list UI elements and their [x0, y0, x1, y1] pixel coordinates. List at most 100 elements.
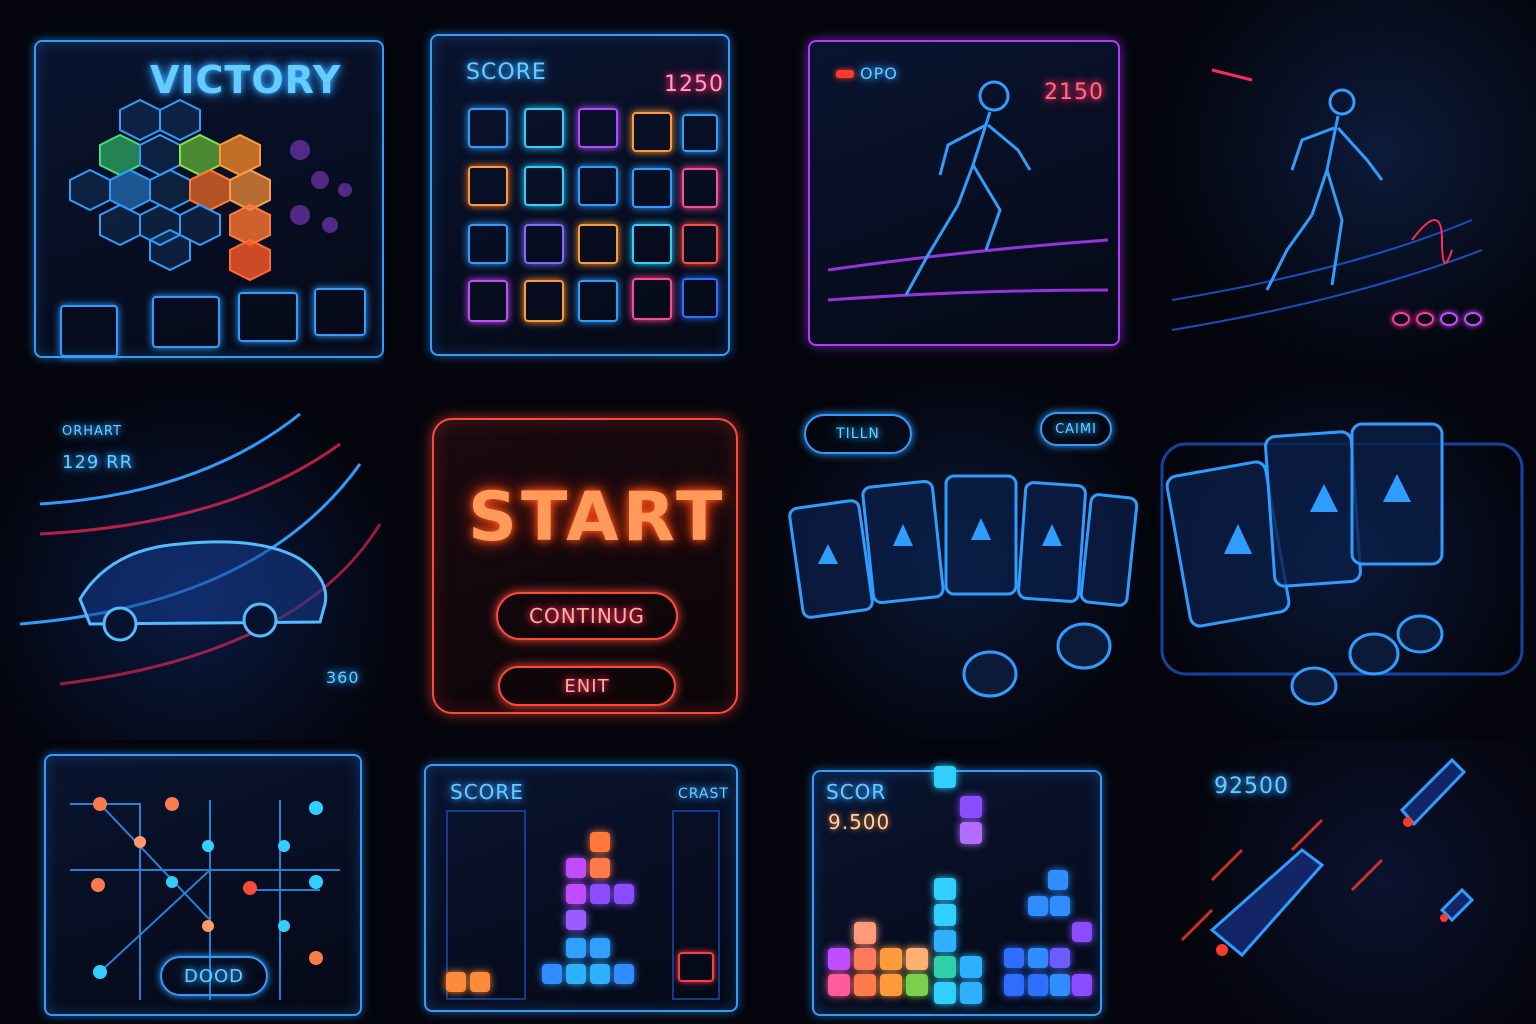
menu-tile: START CONTINUG ENIT: [384, 384, 768, 740]
match-gem[interactable]: [468, 224, 508, 264]
match-tile: SCORE 1250: [384, 0, 768, 380]
match-gem[interactable]: [524, 224, 564, 264]
tetris-block: [566, 964, 586, 984]
match-gem[interactable]: [468, 166, 508, 206]
tetris-block: [934, 878, 956, 900]
tetris-block: [880, 948, 902, 970]
tetris-block: [590, 832, 610, 852]
start-title[interactable]: START: [468, 478, 726, 557]
victory-item-slot-2[interactable]: [152, 296, 220, 348]
tetris-block: [566, 938, 586, 958]
racer-distance: 360: [326, 668, 360, 687]
tetris-block: [678, 952, 714, 982]
tetris-block: [1004, 974, 1024, 996]
match-gem[interactable]: [682, 224, 718, 264]
tetris-block: [906, 974, 928, 996]
tetris-b-tile: SCOR 9.500: [768, 740, 1152, 1024]
tetris-block: [1050, 896, 1070, 916]
runner-figure: [827, 80, 1109, 302]
match-gem[interactable]: [682, 114, 718, 152]
tetris-block: [934, 930, 956, 952]
match-gem[interactable]: [578, 280, 618, 322]
cards-hand: [788, 474, 1139, 698]
network-button[interactable]: DOOD: [160, 956, 268, 996]
match-gem[interactable]: [578, 108, 618, 148]
tetris-block: [446, 972, 466, 992]
tetris-block: [854, 948, 876, 970]
tetris-block: [828, 948, 850, 970]
network-tile: DOOD: [0, 740, 384, 1024]
match-gem[interactable]: [632, 224, 672, 264]
victory-tile: VICTORY: [0, 0, 384, 380]
tetris-block: [1048, 870, 1068, 890]
tetris-block: [566, 884, 586, 904]
tetris-a-tile: SCORE CRAST: [384, 740, 768, 1024]
life-ring-icon: [1464, 312, 1482, 326]
runner-dark-tile: [1152, 0, 1536, 380]
tetris-block: [1028, 948, 1048, 968]
match-gem[interactable]: [578, 224, 618, 264]
tetris-block: [566, 858, 586, 878]
life-ring-icon: [1416, 312, 1434, 326]
runner-dark-lives: [1392, 312, 1482, 326]
tetris-b-board: [768, 740, 1152, 1024]
match-score-label: SCORE: [466, 60, 547, 85]
match-gem[interactable]: [524, 108, 564, 148]
tetris-block: [470, 972, 490, 992]
match-gem[interactable]: [632, 112, 672, 152]
match-gem[interactable]: [682, 168, 718, 208]
tetris-block: [880, 974, 902, 996]
match-gem[interactable]: [524, 280, 564, 322]
tetris-block: [854, 922, 876, 944]
continue-button[interactable]: CONTINUG: [496, 592, 678, 640]
tetris-block: [960, 822, 982, 844]
cards-dark-hand: [1160, 422, 1524, 706]
tetris-block: [960, 956, 982, 978]
tetris-block: [960, 796, 982, 818]
life-ring-icon: [1392, 312, 1410, 326]
match-gem[interactable]: [468, 280, 508, 322]
life-ring-icon: [1440, 312, 1458, 326]
match-gem[interactable]: [524, 166, 564, 206]
tetris-block: [960, 982, 982, 1004]
tetris-block: [934, 766, 956, 788]
tetris-block: [1050, 974, 1070, 996]
tetris-block: [590, 938, 610, 958]
tetris-block: [1028, 896, 1048, 916]
match-grid: [468, 108, 718, 328]
match-gem[interactable]: [632, 278, 672, 320]
match-gem[interactable]: [682, 278, 718, 318]
runner-tile: OPO 2150: [768, 0, 1152, 380]
tetris-block: [590, 858, 610, 878]
tetris-block: [934, 904, 956, 926]
space-scene: [1180, 757, 1475, 958]
exit-button[interactable]: ENIT: [498, 666, 676, 706]
tetris-block: [854, 974, 876, 996]
tetris-a-board: [384, 740, 768, 1024]
tetris-block: [566, 910, 586, 930]
tetris-block: [614, 884, 634, 904]
tetris-block: [1050, 948, 1070, 968]
tetris-block: [590, 884, 610, 904]
tetris-block: [934, 982, 956, 1004]
match-gem[interactable]: [468, 108, 508, 148]
space-tile: 92500: [1152, 740, 1536, 1024]
tetris-block: [906, 948, 928, 970]
victory-item-slot-4[interactable]: [314, 288, 366, 336]
tetris-block: [1072, 974, 1092, 996]
tetris-block: [542, 964, 562, 984]
victory-item-slot-3[interactable]: [238, 292, 298, 342]
racer-tile: ORHART 129 RR 360: [0, 384, 384, 740]
cards-tile: TILLN CAIMI: [768, 384, 1152, 740]
tetris-block: [590, 964, 610, 984]
match-gem[interactable]: [578, 166, 618, 206]
tetris-block: [1028, 974, 1048, 996]
tetris-block: [828, 974, 850, 996]
tetris-block: [614, 964, 634, 984]
match-gem[interactable]: [632, 168, 672, 208]
victory-item-slot-1[interactable]: [60, 305, 118, 357]
match-score-value: 1250: [664, 72, 724, 97]
tetris-block: [1072, 922, 1092, 942]
tetris-block: [1004, 948, 1024, 968]
tetris-block: [934, 956, 956, 978]
